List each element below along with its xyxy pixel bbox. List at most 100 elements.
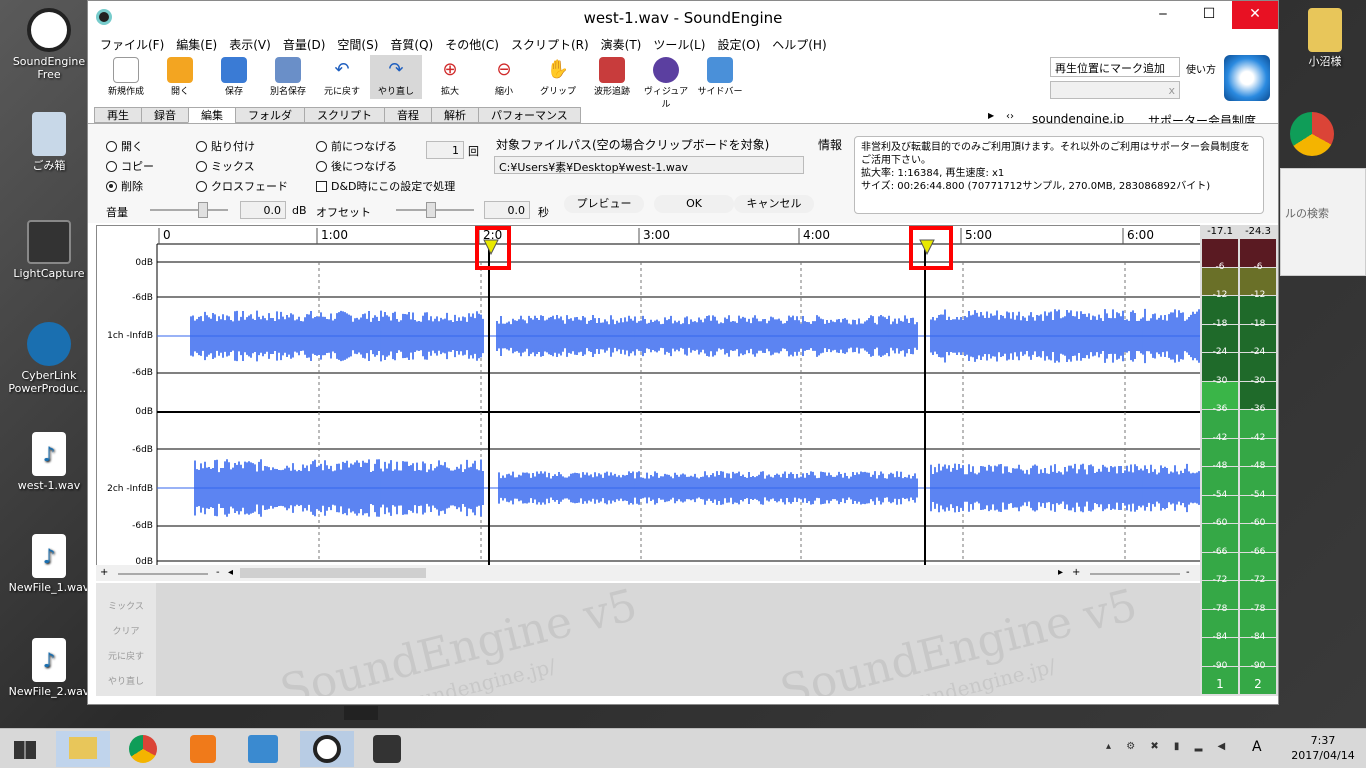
preview-button[interactable]: プレビュー	[564, 195, 644, 213]
zoom-in-button[interactable]: ⊕ 拡大	[424, 55, 476, 99]
taskbar-media[interactable]	[176, 731, 230, 767]
minimize-button[interactable]: ‒	[1140, 1, 1186, 29]
radio-copy[interactable]: コピー	[106, 158, 154, 174]
redo-button[interactable]: ↷ やり直し	[370, 55, 422, 99]
recycle-bin-icon	[32, 112, 66, 156]
vu-scale-label: -6	[1215, 261, 1225, 272]
desktop-icon-folder[interactable]: 小沼様	[1282, 8, 1366, 68]
tab-script[interactable]: スクリプト	[304, 107, 385, 123]
offset-input[interactable]: 0.0	[484, 201, 530, 219]
maximize-button[interactable]: ☐	[1186, 1, 1232, 29]
zoom-slider[interactable]	[118, 573, 208, 575]
ok-button[interactable]: OK	[654, 195, 734, 213]
menu-tools[interactable]: ツール(L)	[653, 36, 705, 53]
tab-edit[interactable]: 編集	[188, 107, 236, 123]
menu-file[interactable]: ファイル(F)	[100, 36, 164, 53]
sidebar-button[interactable]: サイドバー	[694, 55, 746, 99]
mix-side-button[interactable]: ミックス	[96, 599, 156, 612]
clock[interactable]: 7:37 2017/04/14	[1288, 733, 1358, 763]
offset-slider[interactable]	[396, 202, 474, 218]
taskbar-soundengine[interactable]	[300, 731, 354, 767]
chrome-icon[interactable]	[1290, 112, 1334, 156]
tab-play[interactable]: 再生	[94, 107, 142, 123]
tab-pitch[interactable]: 音程	[384, 107, 432, 123]
desktop-icon-lightcapture[interactable]: LightCapture	[6, 220, 92, 280]
desktop-icon-recycle-bin[interactable]: ごみ箱	[6, 112, 92, 172]
clear-side-button[interactable]: クリア	[96, 624, 156, 637]
taskbar-headphones[interactable]	[360, 731, 414, 767]
menu-script[interactable]: スクリプト(R)	[511, 36, 589, 53]
taskbar-explorer[interactable]	[56, 731, 110, 767]
volume-slider-thumb[interactable]	[198, 202, 208, 218]
tab-folder[interactable]: フォルダ	[235, 107, 305, 123]
desktop-icon-newfile-1[interactable]: ♪ NewFile_1.wav	[6, 534, 92, 594]
volume-slider[interactable]	[150, 202, 228, 218]
ime-indicator[interactable]: A	[1252, 739, 1262, 755]
menu-edit[interactable]: 編集(E)	[176, 36, 217, 53]
menu-view[interactable]: 表示(V)	[229, 36, 271, 53]
radio-mix[interactable]: ミックス	[196, 158, 255, 174]
save-button[interactable]: 保存	[208, 55, 260, 99]
desktop-icon-west-1-wav[interactable]: ♪ west-1.wav	[6, 432, 92, 492]
radio-open[interactable]: 開く	[106, 138, 143, 154]
radio-join-after[interactable]: 後につなげる	[316, 158, 397, 174]
desktop-icon-soundengine[interactable]: SoundEngine Free	[6, 8, 92, 81]
menu-space[interactable]: 空間(S)	[337, 36, 378, 53]
save-as-button[interactable]: 別名保存	[262, 55, 314, 99]
menu-settings[interactable]: 設定(O)	[717, 36, 760, 53]
offset-slider-thumb[interactable]	[426, 202, 436, 218]
clock-date: 2017/04/14	[1291, 749, 1355, 762]
scroll-left-icon[interactable]: ◂	[228, 567, 233, 578]
vzoom-slider[interactable]	[1090, 573, 1180, 575]
zoom-plus-icon[interactable]: +	[100, 567, 108, 578]
taskbar-chrome[interactable]	[116, 731, 170, 767]
undo-button[interactable]: ↶ 元に戻す	[316, 55, 368, 99]
marker-button[interactable]: 再生位置にマーク追加	[1050, 57, 1180, 77]
desktop-icon-cyberlink[interactable]: CyberLink PowerProduc...	[6, 322, 92, 395]
marker-clear[interactable]: x	[1050, 81, 1180, 99]
menu-other[interactable]: その他(C)	[445, 36, 499, 53]
db-label: -6dB	[132, 445, 153, 455]
tab-analysis[interactable]: 解析	[431, 107, 479, 123]
desktop-icon-newfile-2[interactable]: ♪ NewFile_2.wav	[6, 638, 92, 698]
zoom-plus-icon[interactable]: +	[1072, 567, 1080, 578]
menu-help[interactable]: ヘルプ(H)	[772, 36, 826, 53]
menu-quality[interactable]: 音質(Q)	[390, 36, 433, 53]
open-button[interactable]: 開く	[154, 55, 206, 99]
radio-join-before[interactable]: 前につなげる	[316, 138, 397, 154]
zoom-out-button[interactable]: ⊖ 縮小	[478, 55, 530, 99]
dd-checkbox[interactable]: D&D時にこの設定で処理	[316, 178, 455, 194]
taskbar-remote[interactable]	[236, 731, 290, 767]
waveform-area[interactable]: 0 1:00 2:0 3:00 4:00 5:00 6:00 0dB -6dB 1ch -Inf…	[96, 225, 1201, 570]
count-input[interactable]: 1	[426, 141, 464, 159]
drop-area[interactable]: SoundEngine v5 SoundEngine v5 soundengin…	[156, 583, 1201, 696]
redo-side-button[interactable]: やり直し	[96, 674, 156, 687]
waveform-svg[interactable]: 0 1:00 2:0 3:00 4:00 5:00 6:00 0dB-6dB1ch -Inf…	[97, 226, 1200, 569]
scroll-right-icon[interactable]: ▸	[1058, 567, 1063, 578]
zoom-minus-icon[interactable]: -	[1186, 567, 1190, 578]
grip-button[interactable]: ✋ グリップ	[532, 55, 584, 99]
usage-label[interactable]: 使い方	[1186, 61, 1216, 76]
cancel-button[interactable]: キャンセル	[734, 195, 814, 213]
radio-paste[interactable]: 貼り付け	[196, 138, 255, 154]
radio-delete[interactable]: 削除	[106, 178, 143, 194]
volume-input[interactable]: 0.0	[240, 201, 286, 219]
new-button[interactable]: 新規作成	[100, 55, 152, 99]
tray-icons[interactable]: ▴ ⚙ ✖ ▮ ▂ ◀	[1106, 741, 1231, 752]
h-scrollbar-thumb[interactable]	[240, 568, 426, 578]
radio-crossfade[interactable]: クロスフェード	[196, 178, 288, 194]
zoom-minus-icon[interactable]: -	[216, 567, 220, 578]
start-button[interactable]	[0, 731, 48, 767]
close-button[interactable]: ✕	[1232, 1, 1278, 29]
tab-performance[interactable]: パフォーマンス	[478, 107, 581, 123]
path-input[interactable]: C:¥Users¥素¥Desktop¥west-1.wav	[494, 156, 804, 174]
search-text[interactable]: ルの検索	[1281, 205, 1365, 221]
menu-volume[interactable]: 音量(D)	[283, 36, 326, 53]
wave-track-button[interactable]: 波形追跡	[586, 55, 638, 99]
play-arrow-icon[interactable]: ▶	[988, 111, 994, 120]
undo-side-button[interactable]: 元に戻す	[96, 649, 156, 662]
menu-play[interactable]: 演奏(T)	[601, 36, 642, 53]
visual-button[interactable]: ヴィジュアル	[640, 55, 692, 110]
tab-record[interactable]: 録音	[141, 107, 189, 123]
toolbar: 新規作成 開く 保存 別名保存 ↶ 元に戻す ↷ やり直し ⊕ 拡大 ⊖ 縮小 ✋ グリッ…	[100, 55, 746, 110]
